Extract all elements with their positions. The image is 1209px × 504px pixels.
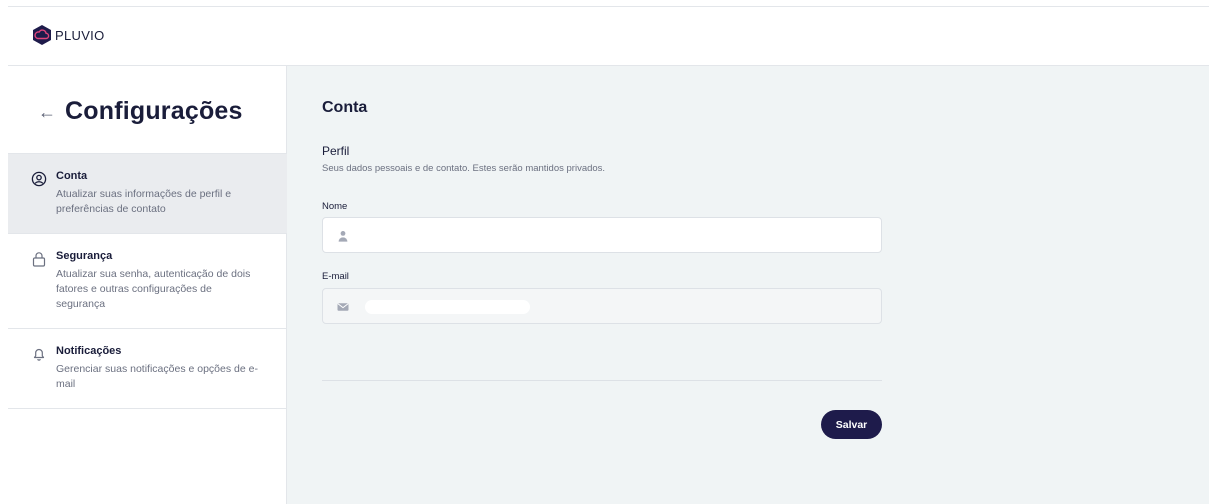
name-label: Nome — [322, 201, 348, 212]
sidebar-header: ← Configurações — [38, 97, 243, 126]
page-title: Configurações — [65, 97, 243, 125]
settings-page: PLUVIO ← Configurações Conta Atualizar s… — [0, 0, 1209, 504]
settings-nav: Conta Atualizar suas informações de perf… — [8, 153, 287, 409]
redacted-email — [365, 300, 530, 314]
brand-name: PLUVIO — [55, 27, 105, 43]
lock-icon — [31, 251, 47, 267]
email-field[interactable] — [322, 288, 882, 324]
sidebar-item-description: Gerenciar suas notificações e opções de … — [56, 363, 258, 390]
name-field[interactable] — [322, 217, 882, 253]
name-input[interactable] — [357, 218, 877, 252]
profile-subtitle: Seus dados pessoais e de contato. Estes … — [322, 163, 606, 174]
pluvio-logo-icon — [31, 24, 53, 46]
settings-content: Conta Perfil Seus dados pessoais e de co… — [287, 66, 1209, 504]
mail-icon — [336, 300, 350, 314]
email-label: E-mail — [322, 271, 349, 282]
user-icon — [336, 229, 350, 243]
sidebar-item-conta[interactable]: Conta Atualizar suas informações de perf… — [8, 153, 287, 233]
section-heading: Conta — [322, 99, 368, 116]
save-button[interactable]: Salvar — [821, 410, 882, 439]
profile-title: Perfil — [322, 144, 350, 158]
brand-logo[interactable]: PLUVIO — [31, 24, 104, 46]
settings-sidebar: ← Configurações Conta Atualizar suas inf… — [8, 66, 287, 504]
divider — [322, 380, 882, 381]
sidebar-item-title: Notificações — [56, 345, 122, 357]
top-bar: PLUVIO — [8, 6, 1209, 66]
sidebar-item-seguranca[interactable]: Segurança Atualizar sua senha, autentica… — [8, 233, 287, 328]
bell-icon — [31, 346, 47, 362]
sidebar-item-description: Atualizar sua senha, autenticação de doi… — [56, 268, 251, 310]
sidebar-item-title: Conta — [56, 170, 88, 182]
sidebar-item-notificacoes[interactable]: Notificações Gerenciar suas notificações… — [8, 328, 287, 409]
user-circle-icon — [31, 171, 47, 187]
sidebar-item-description: Atualizar suas informações de perfil e p… — [56, 188, 232, 215]
sidebar-item-title: Segurança — [56, 250, 113, 262]
arrow-left-icon[interactable]: ← — [38, 103, 56, 121]
